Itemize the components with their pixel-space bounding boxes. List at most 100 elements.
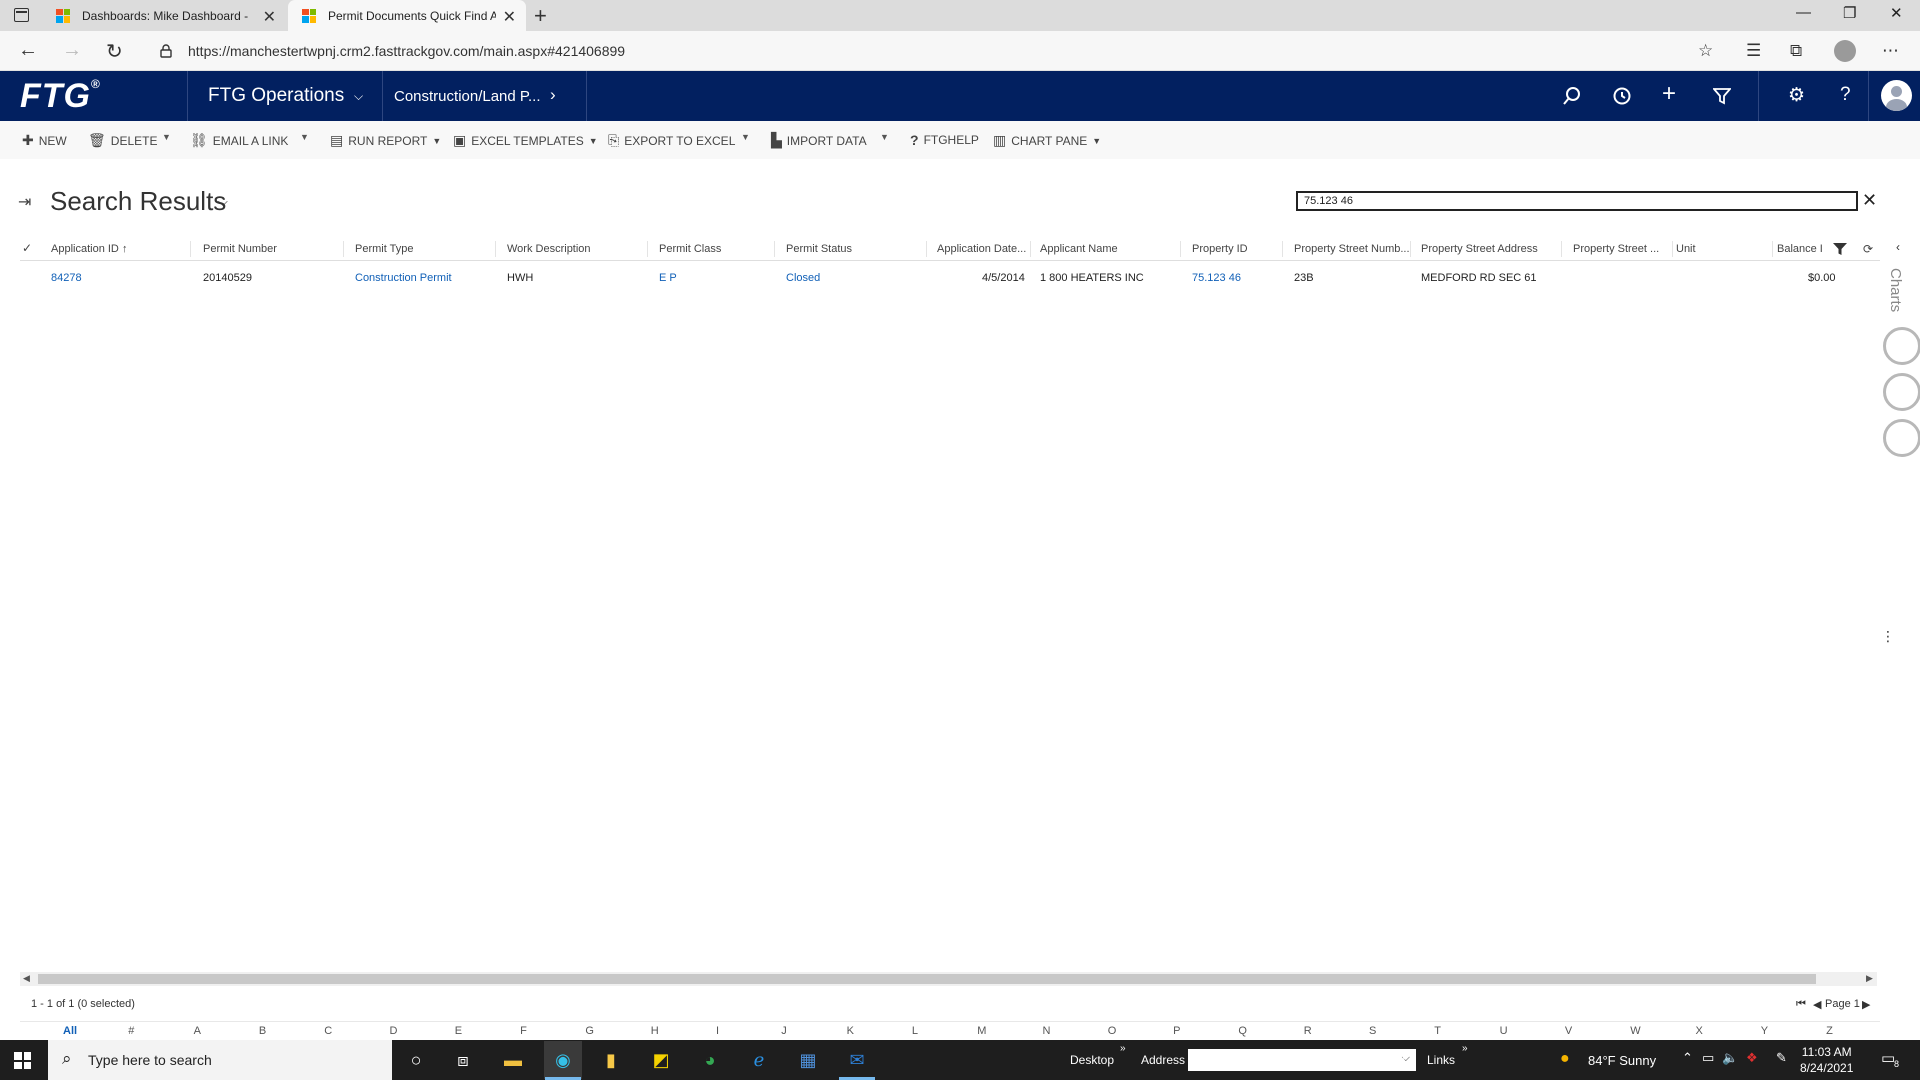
chevron-down-icon[interactable]: ⌵ — [354, 89, 363, 104]
column-header-application-date[interactable]: Application Date... — [937, 243, 1026, 255]
alpha-filter-p[interactable]: P — [1173, 1025, 1180, 1037]
column-header-permit-type[interactable]: Permit Type — [355, 243, 414, 255]
chevron-right-icon[interactable]: › — [550, 85, 556, 105]
alpha-filter-q[interactable]: Q — [1238, 1025, 1247, 1037]
cell-permit-class[interactable]: E P — [659, 272, 677, 284]
file-icon[interactable]: ▮ — [599, 1048, 623, 1072]
cell-permit-type[interactable]: Construction Permit — [355, 272, 452, 284]
ftg-logo[interactable]: FTG® — [20, 77, 101, 116]
task-view-icon[interactable]: ⧈ — [451, 1048, 475, 1072]
recent-history-icon[interactable] — [1612, 86, 1632, 106]
settings-more-icon[interactable]: ⋯ — [1882, 41, 1899, 61]
table-row[interactable]: 84278 20140529 Construction Permit HWH E… — [20, 265, 1880, 291]
alpha-filter-c[interactable]: C — [324, 1025, 332, 1037]
horizontal-scrollbar[interactable]: ◀ ▶ — [20, 972, 1877, 986]
back-icon[interactable]: ← — [18, 39, 38, 62]
alpha-filter-b[interactable]: B — [259, 1025, 266, 1037]
alpha-filter-h[interactable]: H — [651, 1025, 659, 1037]
links-toolbar-label[interactable]: Links — [1427, 1053, 1455, 1067]
browser-tab-permit-documents[interactable]: Permit Documents Quick Find Ac ✕ — [288, 0, 526, 31]
alpha-filter-i[interactable]: I — [716, 1025, 719, 1037]
close-tab-icon[interactable]: ✕ — [263, 7, 276, 27]
alpha-filter-v[interactable]: V — [1565, 1025, 1572, 1037]
tab-actions-menu-icon[interactable] — [14, 8, 29, 22]
help-icon[interactable]: ? — [1840, 84, 1851, 106]
column-header-property-street-extra[interactable]: Property Street ... — [1573, 243, 1659, 255]
windows-start-icon[interactable] — [14, 1052, 31, 1069]
run-report-button[interactable]: ▤ RUN REPORT ▼ — [330, 132, 441, 149]
restore-icon[interactable]: ❐ — [1843, 4, 1856, 22]
alpha-filter-number[interactable]: # — [128, 1025, 134, 1037]
resize-handle-icon[interactable]: ⋮ — [1881, 628, 1895, 645]
column-header-permit-number[interactable]: Permit Number — [203, 243, 277, 255]
internet-explorer-icon[interactable]: ℯ — [747, 1048, 771, 1072]
gear-icon[interactable]: ⚙ — [1788, 84, 1805, 107]
create-new-icon[interactable]: + — [1662, 80, 1676, 108]
go-refresh-icon[interactable]: ↻ — [1395, 1052, 1406, 1068]
alpha-filter-k[interactable]: K — [847, 1025, 854, 1037]
column-header-permit-status[interactable]: Permit Status — [786, 243, 852, 255]
import-data-button[interactable]: ▙ IMPORT DATA — [771, 132, 867, 149]
favorites-icon[interactable]: ☰ — [1746, 41, 1761, 61]
cortana-icon[interactable]: ○ — [404, 1048, 428, 1072]
url-text[interactable]: https://manchestertwpnj.crm2.fasttrackgo… — [188, 43, 625, 59]
alpha-filter-z[interactable]: Z — [1826, 1025, 1833, 1037]
edge-browser-icon[interactable]: ◉ — [551, 1048, 575, 1072]
alpha-filter-o[interactable]: O — [1108, 1025, 1117, 1037]
alpha-filter-n[interactable]: N — [1043, 1025, 1051, 1037]
new-button[interactable]: ✚ NEW — [22, 132, 67, 149]
refresh-grid-icon[interactable]: ⟳ — [1863, 242, 1873, 256]
charts-label[interactable]: Charts — [1887, 268, 1904, 312]
excel-templates-button[interactable]: ▣ EXCEL TEMPLATES ▼ — [453, 132, 598, 149]
alpha-filter-y[interactable]: Y — [1761, 1025, 1768, 1037]
clear-search-icon[interactable]: ✕ — [1862, 190, 1877, 211]
bar-chart-icon[interactable] — [1883, 327, 1920, 365]
scroll-left-icon[interactable]: ◀ — [23, 973, 30, 984]
column-header-balance[interactable]: Balance I — [1777, 243, 1823, 255]
previous-page-icon[interactable]: ◀ — [1813, 998, 1821, 1011]
alpha-filter-t[interactable]: T — [1434, 1025, 1441, 1037]
alpha-filter-m[interactable]: M — [977, 1025, 986, 1037]
email-link-button[interactable]: ⛓ EMAIL A LINK — [190, 132, 288, 149]
first-page-icon[interactable]: ⏮ — [1796, 998, 1806, 1011]
alpha-filter-all[interactable]: All — [63, 1025, 77, 1037]
dropbox-icon[interactable]: ❖ — [1746, 1050, 1758, 1066]
pie-chart-icon[interactable] — [1883, 373, 1920, 411]
user-avatar[interactable] — [1881, 80, 1912, 111]
more-import-caret-icon[interactable]: ▼ — [880, 132, 889, 142]
links-expand-icon[interactable]: » — [1462, 1043, 1468, 1054]
volume-icon[interactable]: 🔈 — [1722, 1050, 1738, 1066]
pen-icon[interactable]: ✎ — [1776, 1050, 1787, 1066]
browser-tab-dashboards[interactable]: Dashboards: Mike Dashboard - Mi ✕ — [42, 0, 286, 31]
new-tab-icon[interactable]: + — [534, 3, 547, 29]
column-header-property-street-number[interactable]: Property Street Numb... — [1294, 243, 1410, 255]
refresh-icon[interactable]: ↻ — [106, 39, 123, 64]
chevron-up-icon[interactable]: ⌃ — [1682, 1050, 1693, 1066]
app-name[interactable]: FTG Operations — [208, 85, 344, 107]
more-delete-caret-icon[interactable]: ▼ — [162, 132, 171, 142]
next-page-icon[interactable]: ▶ — [1862, 998, 1870, 1011]
delete-button[interactable]: 🗑 DELETE — [88, 132, 157, 149]
minimize-icon[interactable]: — — [1796, 4, 1811, 21]
select-all-checkmark-icon[interactable]: ✓ — [22, 241, 32, 255]
alpha-filter-u[interactable]: U — [1500, 1025, 1508, 1037]
app-icon[interactable]: ▦ — [796, 1048, 820, 1072]
sticky-notes-icon[interactable]: ◩ — [649, 1048, 673, 1072]
area-breadcrumb[interactable]: Construction/Land P... — [394, 88, 540, 105]
network-icon[interactable]: ▭ — [1702, 1050, 1714, 1066]
alpha-filter-d[interactable]: D — [390, 1025, 398, 1037]
forward-icon[interactable]: → — [62, 39, 82, 62]
column-header-property-street-address[interactable]: Property Street Address — [1421, 243, 1538, 255]
column-header-permit-class[interactable]: Permit Class — [659, 243, 721, 255]
ftghelp-button[interactable]: ? FTGHELP — [910, 132, 979, 148]
cell-permit-status[interactable]: Closed — [786, 272, 820, 284]
add-favorite-icon[interactable]: ☆ — [1698, 41, 1713, 61]
filter-icon[interactable] — [1713, 87, 1731, 105]
scroll-right-icon[interactable]: ▶ — [1866, 973, 1873, 984]
alpha-filter-x[interactable]: X — [1696, 1025, 1703, 1037]
column-header-work-description[interactable]: Work Description — [507, 243, 591, 255]
outlook-icon[interactable]: ✉ — [845, 1048, 869, 1072]
alpha-filter-r[interactable]: R — [1304, 1025, 1312, 1037]
weather-text[interactable]: 84°F Sunny — [1588, 1053, 1656, 1068]
export-excel-button[interactable]: ⎘ EXPORT TO EXCEL — [608, 132, 735, 149]
